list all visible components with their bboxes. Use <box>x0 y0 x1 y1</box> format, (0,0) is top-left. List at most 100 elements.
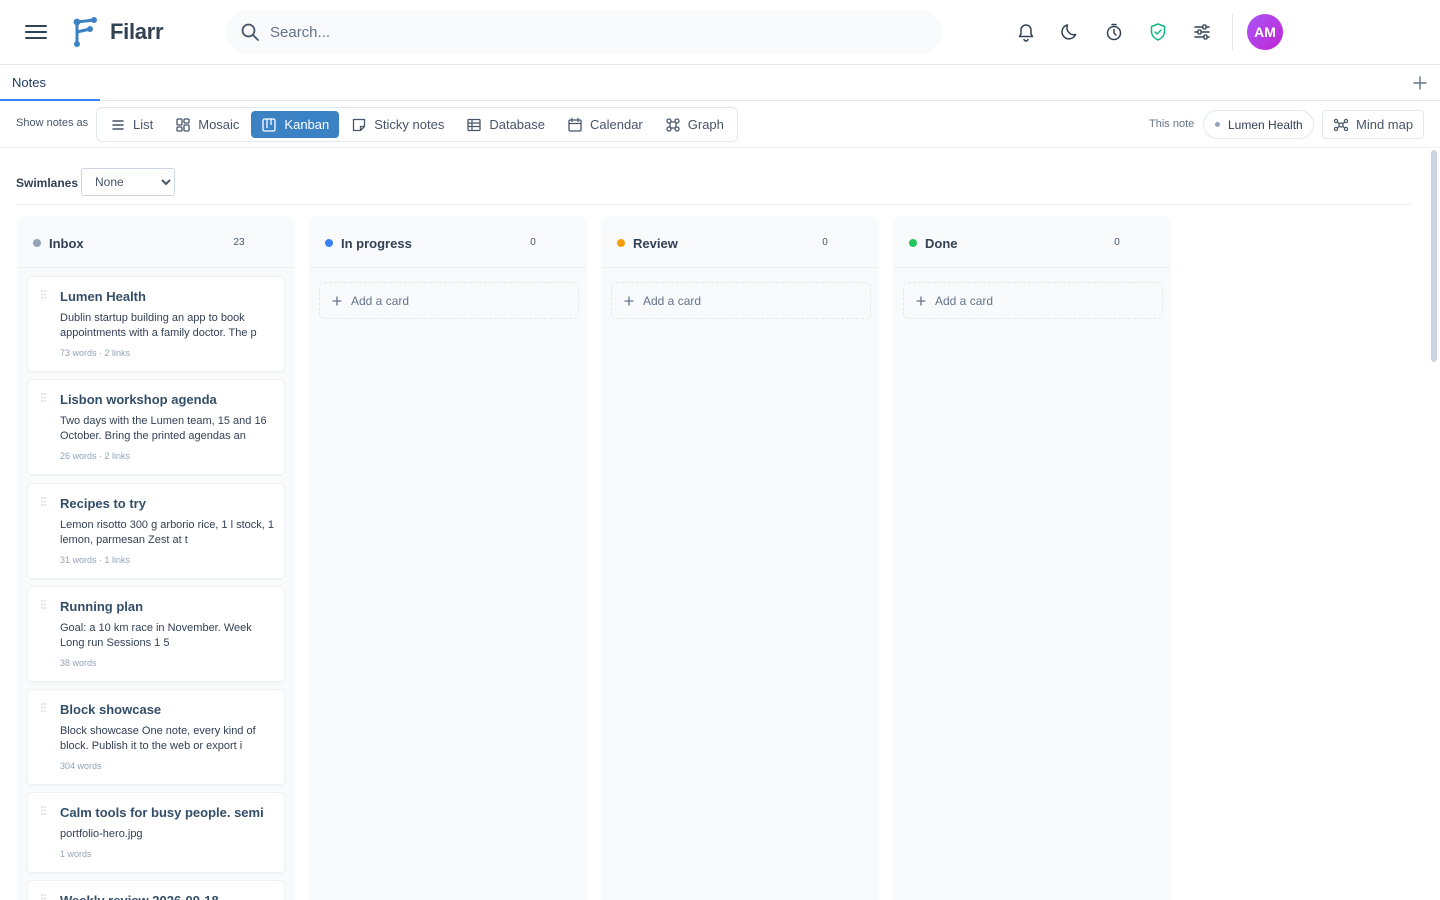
sticky-note-icon <box>353 118 366 131</box>
view-option-kanban[interactable]: Kanban <box>251 111 340 138</box>
add-card-button[interactable]: Add a card <box>611 282 871 319</box>
drag-handle-icon[interactable] <box>41 894 47 900</box>
kanban-card[interactable]: Calm tools for busy people. semi portfoli… <box>27 792 285 873</box>
view-option-label: Kanban <box>284 117 330 132</box>
app-logo[interactable]: Filarr <box>72 16 164 48</box>
this-note-value: Lumen Health <box>1228 117 1303 132</box>
column-title: Inbox <box>49 236 84 251</box>
calendar-icon <box>568 117 582 132</box>
column-count-badge: 0 <box>1114 237 1120 248</box>
card-word-count: 1 words <box>60 849 92 859</box>
card-link-count: 1 links <box>104 555 131 565</box>
drag-handle-icon[interactable] <box>41 290 47 299</box>
add-tab-icon[interactable] <box>1410 73 1430 93</box>
card-title: Running plan <box>60 599 144 614</box>
plus-icon <box>916 295 926 306</box>
drag-handle-icon[interactable] <box>41 600 47 609</box>
column-status-dot <box>33 239 41 247</box>
kanban-column-in-progress: In progress 0 Add a card <box>309 216 587 900</box>
card-title: Calm tools for busy people. semi <box>60 805 264 820</box>
add-card-label: Add a card <box>643 293 702 308</box>
card-meta: 38 words <box>60 658 97 668</box>
add-card-button[interactable]: Add a card <box>903 282 1163 319</box>
card-link-count: 2 links <box>104 348 131 358</box>
kanban-card[interactable]: Running plan Goal: a 10 km race in Novemb… <box>27 586 285 682</box>
card-title: Lisbon workshop agenda <box>60 392 217 407</box>
hamburger-menu-icon[interactable] <box>24 20 48 44</box>
view-option-list[interactable]: List <box>100 111 163 138</box>
card-word-count: 73 words <box>60 348 97 358</box>
kanban-card[interactable]: Recipes to try Lemon risotto 300 g arbori… <box>27 483 285 579</box>
card-excerpt: Dublin startup building an app to book a… <box>60 312 257 339</box>
show-notes-as-label: Show notes as <box>16 117 89 129</box>
column-count-badge: 23 <box>233 237 245 248</box>
kanban-card[interactable]: Lisbon workshop agenda Two days with the … <box>27 379 285 475</box>
this-note-chip[interactable]: Lumen Health <box>1203 110 1314 139</box>
card-excerpt: Goal: a 10 km race in November. Week Lon… <box>60 622 252 649</box>
card-word-count: 38 words <box>60 658 97 668</box>
swimlanes-select[interactable]: None <box>81 168 175 196</box>
view-option-database[interactable]: Database <box>456 111 555 138</box>
card-meta: 304 words <box>60 761 102 771</box>
search-icon <box>241 23 259 41</box>
view-option-label: Database <box>489 117 545 132</box>
drag-handle-icon[interactable] <box>41 703 47 712</box>
view-option-label: Sticky notes <box>374 117 445 132</box>
search-input[interactable] <box>270 23 870 41</box>
card-title: Recipes to try <box>60 496 146 511</box>
card-meta: 1 words <box>60 849 92 859</box>
app-header: Filarr AM <box>0 0 1440 65</box>
view-option-mosaic[interactable]: Mosaic <box>165 111 249 138</box>
card-title: Block showcase <box>60 702 162 717</box>
kanban-column-review: Review 0 Add a card <box>601 216 879 900</box>
header-divider <box>1232 14 1233 50</box>
card-meta: 26 words · 2 links <box>60 451 130 461</box>
kanban-card[interactable]: Block showcase Block showcase One note, e… <box>27 689 285 785</box>
view-option-graph[interactable]: Graph <box>655 111 734 138</box>
card-meta: 31 words · 1 links <box>60 555 130 565</box>
drag-handle-icon[interactable] <box>41 393 47 402</box>
kanban-card[interactable]: Weekly review 2026-09-18 <box>27 880 285 900</box>
view-option-label: List <box>133 117 154 132</box>
swimlanes-divider <box>16 204 1412 205</box>
column-header[interactable]: Review 0 <box>601 216 879 268</box>
tab-notes[interactable]: Notes <box>0 65 100 101</box>
list-icon <box>112 119 124 130</box>
add-card-label: Add a card <box>351 293 410 308</box>
column-header[interactable]: Inbox 23 <box>17 216 295 268</box>
bell-icon[interactable] <box>1015 21 1037 43</box>
view-option-calendar[interactable]: Calendar <box>557 111 653 138</box>
view-option-sticky-notes[interactable]: Sticky notes <box>341 111 454 138</box>
card-excerpt: portfolio-hero.jpg <box>60 828 143 840</box>
mind-map-label: Mind map <box>1356 117 1414 132</box>
user-avatar[interactable]: AM <box>1247 14 1283 50</box>
kanban-icon <box>262 117 277 132</box>
add-card-label: Add a card <box>935 293 994 308</box>
card-title: Lumen Health <box>60 289 146 304</box>
plus-icon <box>624 295 634 306</box>
view-option-label: Calendar <box>590 117 643 132</box>
column-count-badge: 0 <box>530 237 536 248</box>
view-toolbar: Show notes as List Mosaic Kanban Sticky … <box>0 101 1440 148</box>
search-bar[interactable] <box>226 10 942 54</box>
this-note-label: This note <box>1149 118 1195 130</box>
drag-handle-icon[interactable] <box>41 497 47 506</box>
column-count-badge: 0 <box>822 237 828 248</box>
column-status-dot <box>325 239 333 247</box>
kanban-card[interactable]: Lumen Health Dublin startup building an a… <box>27 276 285 372</box>
mind-map-button[interactable]: Mind map <box>1322 110 1425 139</box>
card-word-count: 304 words <box>60 761 102 771</box>
moon-icon[interactable] <box>1059 21 1081 43</box>
sliders-icon[interactable] <box>1191 21 1213 43</box>
timer-icon[interactable] <box>1103 21 1125 43</box>
shield-check-icon[interactable] <box>1147 21 1169 43</box>
column-header[interactable]: In progress 0 <box>309 216 587 268</box>
vertical-scrollbar[interactable] <box>1431 150 1437 362</box>
filarr-logo-icon <box>73 17 97 47</box>
view-option-label: Graph <box>687 117 724 132</box>
card-excerpt: Block showcase One note, every kind of b… <box>60 725 256 752</box>
card-link-count: 2 links <box>104 451 131 461</box>
add-card-button[interactable]: Add a card <box>319 282 579 319</box>
drag-handle-icon[interactable] <box>41 806 47 815</box>
column-header[interactable]: Done 0 <box>893 216 1171 268</box>
